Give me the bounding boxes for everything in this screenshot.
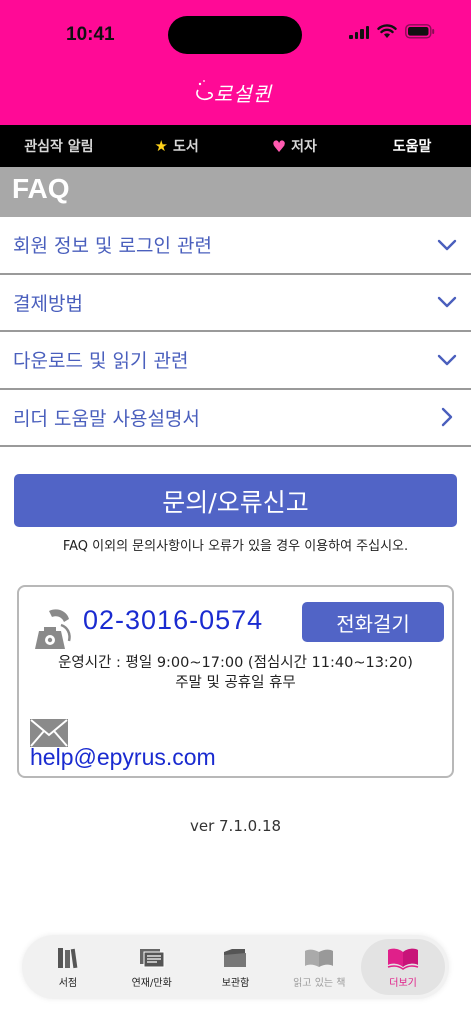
tab-books[interactable]: ★ 도서 (118, 125, 236, 167)
chevron-down-icon (437, 354, 457, 365)
telephone-icon (35, 609, 71, 649)
nav-label: 보관함 (221, 977, 250, 989)
signal-icon (349, 25, 369, 39)
brand-logo[interactable]: 로설퀸 (192, 72, 282, 112)
email-link[interactable]: help@epyrus.com (30, 744, 216, 771)
tab-label: 도움말 (392, 139, 432, 155)
tab-label: 관심작 알림 (24, 139, 94, 155)
chevron-down-icon (437, 239, 457, 250)
open-book-icon (305, 949, 334, 967)
nav-label: 더보기 (389, 977, 417, 989)
tab-label: 도서 (172, 139, 199, 155)
faq-item-payment[interactable]: 결제방법 (0, 274, 471, 332)
chevron-right-icon (441, 408, 453, 427)
battery-icon (405, 24, 435, 39)
more-book-icon (387, 948, 419, 970)
faq-item-label: 회원 정보 및 로그인 관련 (13, 235, 212, 258)
folder-icon (224, 948, 247, 967)
logo-swirl-icon (196, 80, 213, 101)
contact-box: 02-3016-0574 전화걸기 운영시간 : 평일 9:00~17:00 (… (17, 585, 454, 778)
faq-title: FAQ (0, 167, 471, 217)
tab-help[interactable]: 도움말 (353, 125, 471, 167)
nav-label: 서점 (58, 977, 78, 989)
hours-line: 주말 및 공휴일 휴무 (175, 675, 296, 691)
nav-library[interactable]: 보관함 (194, 939, 278, 995)
operating-hours: 운영시간 : 평일 9:00~17:00 (점심시간 11:40~13:20) … (19, 653, 452, 693)
faq-item-download-reading[interactable]: 다운로드 및 읽기 관련 (0, 332, 471, 390)
faq-item-label: 다운로드 및 읽기 관련 (13, 350, 189, 373)
nav-bookstore[interactable]: 서점 (26, 939, 110, 995)
chevron-down-icon (437, 297, 457, 308)
nav-more[interactable]: 더보기 (361, 939, 445, 995)
tab-label: 저자 (291, 139, 317, 155)
inquiry-note: FAQ 이외의 문의사항이나 오류가 있을 경우 이용하여 주십시오. (62, 539, 409, 554)
phone-number[interactable]: 02-3016-0574 (83, 605, 263, 636)
faq-item-label: 결제방법 (13, 292, 83, 315)
nav-label: 연재/만화 (131, 977, 172, 989)
top-tabs: 관심작 알림 ★ 도서 ♥ 저자 도움말 (0, 125, 471, 167)
wifi-icon (377, 24, 397, 39)
serial-icon (139, 948, 165, 967)
nav-label: 읽고 있는 책 (293, 977, 346, 989)
tab-interest-alert[interactable]: 관심작 알림 (0, 125, 118, 167)
faq-item-account-login[interactable]: 회원 정보 및 로그인 관련 (0, 217, 471, 275)
version-text: ver 7.1.0.18 (189, 817, 282, 835)
inquiry-error-report-button[interactable]: 문의/오류신고 (14, 474, 457, 527)
status-icons (349, 24, 435, 39)
faq-item-label: 리더 도움말 사용설명서 (13, 407, 200, 430)
nav-reading-now[interactable]: 읽고 있는 책 (277, 939, 361, 995)
tab-authors[interactable]: ♥ 저자 (236, 125, 354, 167)
bottom-nav: 서점 연재/만화 보관함 읽고 있는 책 더보기 (22, 935, 449, 999)
call-button[interactable]: 전화걸기 (302, 602, 444, 642)
status-time: 10:41 (66, 24, 115, 45)
heart-icon: ♥ (271, 136, 287, 156)
star-icon: ★ (154, 137, 168, 155)
dynamic-island (168, 16, 302, 54)
app-header: 10:41 로설퀸 (0, 0, 471, 125)
faq-item-reader-manual[interactable]: 리더 도움말 사용설명서 (0, 389, 471, 447)
nav-serial-comics[interactable]: 연재/만화 (110, 939, 194, 995)
faq-list: 회원 정보 및 로그인 관련 결제방법 다운로드 및 읽기 관련 리더 도움말 … (0, 217, 471, 447)
bookshelf-icon (57, 947, 78, 968)
hours-line: 운영시간 : 평일 9:00~17:00 (점심시간 11:40~13:20) (58, 655, 413, 671)
